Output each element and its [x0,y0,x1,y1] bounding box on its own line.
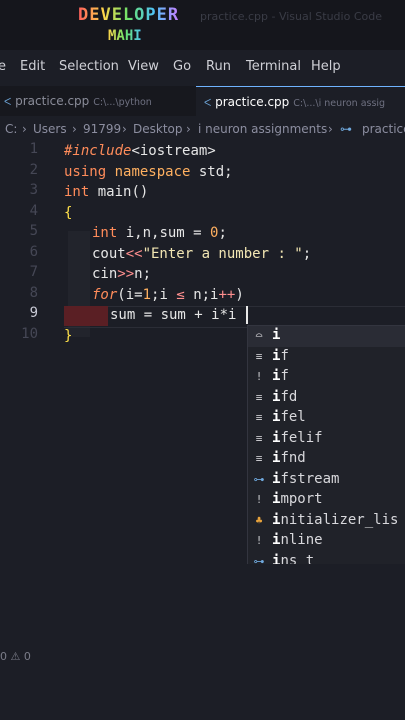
menu-edit[interactable]: Edit [20,59,45,74]
watermark-line1: DEVELOPER [78,5,180,25]
breadcrumb: C: › Users › 91799 › Desktop › i neuron … [0,118,405,140]
breadcrumb-item[interactable]: practice [362,122,405,136]
snippet-icon: ≡ [255,452,263,465]
tab-label: practice.cpp [215,95,290,109]
suggestion-item[interactable]: ! if [248,367,405,388]
menu-bar: e Edit Selection View Go Run Terminal He… [0,54,405,80]
keyword-icon: ! [255,493,263,506]
problems-status[interactable]: 0 ⚠ 0 [0,650,31,663]
code-line-3: int main() [64,184,149,200]
tab-path: C:\...\i neuron assig [293,98,386,109]
breadcrumb-item[interactable]: Users [33,122,67,136]
code-line-5: int i,n,sum = 0; [92,225,227,241]
line-number: 10 [21,325,38,342]
menu-file[interactable]: e [0,59,6,74]
editor-tabs: ᐸ practice.cpp C:\...\python ᐸ practice.c… [0,86,405,117]
keyword-icon: ! [255,370,263,383]
breadcrumb-item[interactable]: i neuron assignments [198,122,327,136]
suggestion-item[interactable]: ! inline [248,531,405,552]
code-line-8: for(i=1;i ≤ n;i++) [92,286,244,303]
suggestion-item[interactable]: ≡ ifelif [248,429,405,450]
snippet-icon: ≡ [255,390,263,404]
cpp-file-icon: ᐸ [204,98,212,109]
suggestion-item[interactable]: ! import [248,490,405,511]
title-bar: practice.cpp - Visual Studio Code DEVELO… [0,0,405,50]
suggestion-item[interactable]: ≡ ifd [248,388,405,409]
keyword-icon: ⌓ [255,329,263,342]
code-line-2: using namespace std; [64,163,233,180]
symbol-icon: ⊶ [340,122,352,136]
chevron-right-icon: › [328,122,333,136]
variable-icon: ⊶ [253,554,265,565]
suggestion-item[interactable]: ♣ initializer_lis [248,511,405,532]
suggestion-widget: ⌓ i ≡ if ! if ≡ ifd ≡ ifel ≡ ifelif ≡ ifnd ⊶ ifs… [247,325,405,564]
code-line-7: cin>>n; [92,266,152,282]
menu-run[interactable]: Run [206,59,231,74]
line-number-current: 9 [29,305,38,321]
snippet-icon: ≡ [255,431,263,445]
code-line-4: { [64,204,73,221]
tab-path: C:\...\python [93,97,152,108]
line-number: 3 [29,182,38,198]
line-number: 7 [29,264,38,280]
line-number: 4 [29,202,38,219]
tab-practice-ineuron[interactable]: ᐸ practice.cpp C:\...\i neuron assig [196,86,405,117]
watermark-line2: MAHI [108,28,142,44]
line-number: 2 [29,161,38,178]
breadcrumb-item[interactable]: Desktop [133,122,183,136]
chevron-right-icon: › [72,122,77,136]
snippet-icon: ≡ [255,349,263,363]
error-highlight [64,306,108,326]
menu-terminal[interactable]: Terminal [246,59,301,74]
suggestion-item[interactable]: ⊶ ifstream [248,470,405,491]
window-title: practice.cpp - Visual Studio Code [200,10,382,23]
keyword-icon: ! [255,534,263,547]
code-line-6: cout<<"Enter a number : "; [92,245,312,262]
menu-view[interactable]: View [128,59,159,74]
breadcrumb-item[interactable]: 91799 [83,122,121,136]
breadcrumb-item[interactable]: C: [5,122,17,136]
tab-practice-python[interactable]: ᐸ practice.cpp C:\...\python [0,86,192,116]
snippet-icon: ≡ [255,411,263,424]
cpp-file-icon: ᐸ [4,97,12,108]
tab-label: practice.cpp [15,94,90,108]
line-number: 8 [29,284,38,301]
suggestion-item[interactable]: ⊶ ins t [248,552,405,565]
line-number: 6 [29,243,38,260]
problems-count: 0 ⚠ 0 [0,650,31,663]
variable-icon: ⊶ [253,472,265,486]
menu-selection[interactable]: Selection [59,59,119,74]
code-line-10: } [64,327,73,344]
code-line-1: #include<iostream> [64,143,216,159]
suggestion-item[interactable]: ≡ ifnd [248,449,405,470]
chevron-right-icon: › [186,122,191,136]
suggestion-item[interactable]: ≡ if [248,347,405,368]
text-cursor [246,306,248,324]
suggestion-item[interactable]: ≡ ifel [248,408,405,429]
class-icon: ♣ [255,513,263,527]
menu-help[interactable]: Help [311,59,341,74]
chevron-right-icon: › [22,122,27,136]
code-line-9: sum = sum + i*i [110,307,237,323]
suggestion-item[interactable]: ⌓ i [248,326,405,347]
line-number: 5 [29,223,38,239]
chevron-right-icon: › [122,122,127,136]
line-number: 1 [29,141,38,157]
menu-go[interactable]: Go [173,59,191,74]
